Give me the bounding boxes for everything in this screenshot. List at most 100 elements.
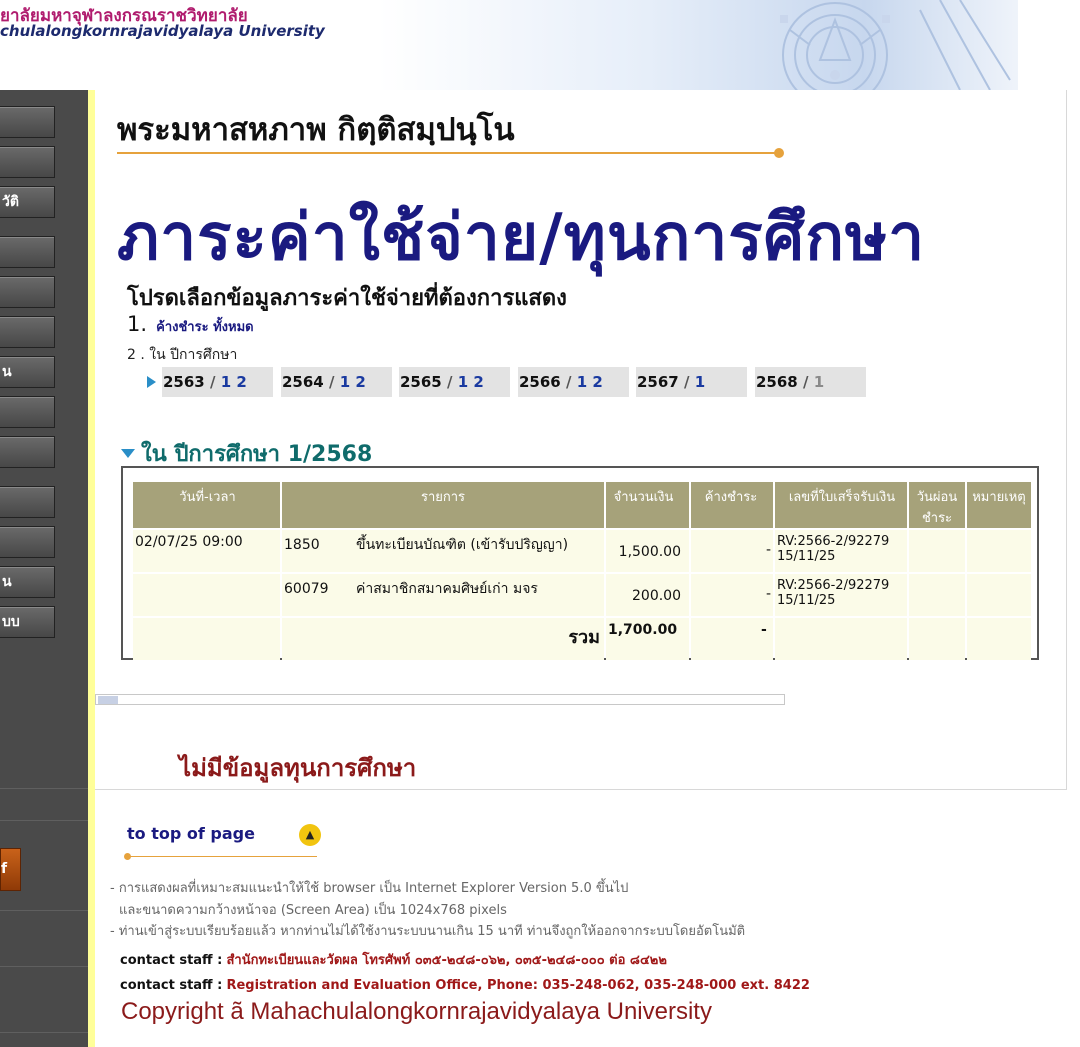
receipt-date: 15/11/25	[777, 549, 836, 564]
year-separator: /	[328, 373, 335, 391]
copyright: Copyright ã Mahachulalongkornrajavidyala…	[121, 998, 712, 1025]
sidebar-divider	[0, 966, 88, 967]
to-top-link[interactable]: to top of page ▲	[127, 824, 321, 846]
student-name: พระมหาสหภาพ กิตฺติสมฺปนฺโน	[117, 112, 515, 148]
page: ยาลัยมหาจุฬาลงกรณราชวิทยาลัย chulalongko…	[0, 0, 1080, 1047]
sidebar-item[interactable]	[0, 276, 55, 308]
semester-links[interactable]: 1	[695, 373, 705, 391]
semester-links[interactable]: 1 2	[340, 373, 366, 391]
semester-title: ใน ปีการศึกษา 1/2568	[141, 442, 373, 467]
year-2566[interactable]: 2566 / 1 2	[518, 367, 629, 397]
receipt-date: 15/11/25	[777, 593, 836, 608]
year-2564[interactable]: 2564 / 1 2	[281, 367, 392, 397]
page-title: ภาระค่าใช้จ่าย/ทุนการศึกษา	[117, 201, 926, 275]
semester-links[interactable]: 1 2	[458, 373, 484, 391]
total-amount: 1,700.00	[606, 618, 689, 660]
col-datetime: วันที่-เวลา	[133, 482, 280, 528]
sidebar-item[interactable]	[0, 106, 55, 138]
sidebar-item[interactable]: วัติ	[0, 186, 55, 218]
total-outstanding: -	[691, 618, 773, 660]
site-header: ยาลัยมหาจุฬาลงกรณราชวิทยาลัย chulalongko…	[0, 0, 1080, 90]
cell-installment	[909, 574, 965, 616]
contact-label: contact staff :	[120, 953, 223, 968]
item-code: 1850	[284, 537, 320, 553]
year-label: 2568	[756, 373, 798, 391]
semester-links[interactable]: 1 2	[577, 373, 603, 391]
sidebar-divider	[0, 1032, 88, 1033]
browser-note: - การแสดงผลที่เหมาะสมแนะนำให้ใช้ browser…	[110, 881, 629, 896]
arrow-up-icon: ▲	[299, 824, 321, 846]
year-label: 2566	[519, 373, 561, 391]
sidebar-item[interactable]	[0, 526, 55, 558]
sidebar-item[interactable]	[0, 146, 55, 178]
to-top-underline	[127, 856, 317, 857]
expense-table: วันที่-เวลา รายการ จำนวนเงิน ค้างชำระ เล…	[131, 480, 1033, 662]
cell-item: 60079 ค่าสมาชิกสมาคมศิษย์เก่า มจร	[282, 574, 604, 616]
contact-english: contact staff : Registration and Evaluat…	[120, 978, 810, 993]
year-separator: /	[209, 373, 216, 391]
embedded-frame-bar	[95, 694, 785, 705]
option-outstanding: 1. ค้างชำระ ทั้งหมด	[127, 312, 254, 337]
sidebar: วัติ น น บบ	[0, 90, 88, 1047]
year-2567[interactable]: 2567 / 1	[636, 367, 747, 397]
select-instruction: โปรดเลือกข้อมูลภาระค่าใช้จ่ายที่ต้องการแ…	[127, 286, 567, 311]
main-content: พระมหาสหภาพ กิตฺติสมฺปนฺโน ภาระค่าใช้จ่า…	[95, 90, 1067, 790]
to-top-label: to top of page	[127, 824, 255, 843]
table-total-row: รวม 1,700.00 -	[133, 618, 1031, 660]
cell-empty	[133, 618, 280, 660]
year-separator: /	[802, 373, 809, 391]
sidebar-item[interactable]	[0, 396, 55, 428]
outstanding-all-link[interactable]: ค้างชำระ ทั้งหมด	[156, 320, 253, 335]
sidebar-item[interactable]: น	[0, 356, 55, 388]
cell-note	[967, 530, 1031, 572]
col-note: หมายเหตุ	[967, 482, 1031, 528]
sidebar-item[interactable]: น	[0, 566, 55, 598]
cell-note	[967, 574, 1031, 616]
col-item: รายการ	[282, 482, 604, 528]
cell-item: 1850 ขึ้นทะเบียนบัณฑิต (เข้ารับปริญญา)	[282, 530, 604, 572]
header-right-blank	[1018, 0, 1080, 90]
session-note: - ท่านเข้าสู่ระบบเรียบร้อยแล้ว หากท่านไม…	[110, 924, 746, 939]
sidebar-divider	[0, 820, 88, 821]
total-label: รวม	[282, 618, 604, 660]
cell-datetime	[133, 574, 280, 616]
table-header-row: วันที่-เวลา รายการ จำนวนเงิน ค้างชำระ เล…	[133, 482, 1031, 528]
sidebar-item[interactable]	[0, 236, 55, 268]
name-underline-dot	[774, 148, 784, 158]
cell-outstanding: -	[691, 574, 773, 616]
sidebar-orange-button[interactable]: f	[0, 848, 21, 891]
play-arrow-icon	[147, 376, 156, 388]
year-label: 2564	[282, 373, 324, 391]
year-2563[interactable]: 2563 / 1 2	[162, 367, 273, 397]
cell-installment	[909, 530, 965, 572]
cell-datetime: 02/07/25 09:00	[133, 530, 280, 572]
sidebar-yellow-strip	[88, 90, 95, 1047]
option-by-year-label: 2 . ใน ปีการศึกษา	[127, 347, 238, 363]
table-row: 02/07/25 09:00 1850 ขึ้นทะเบียนบัณฑิต (เข…	[133, 530, 1031, 572]
sidebar-item[interactable]	[0, 486, 55, 518]
year-2565[interactable]: 2565 / 1 2	[399, 367, 510, 397]
year-separator: /	[683, 373, 690, 391]
cell-amount: 200.00	[606, 574, 689, 616]
year-label: 2563	[163, 373, 205, 391]
to-top-underline-dot	[124, 853, 131, 860]
contact-value: Registration and Evaluation Office, Phon…	[226, 978, 810, 993]
university-seal-logo	[760, 0, 1020, 90]
cell-receipt: RV:2566-2/92279 15/11/25	[775, 574, 907, 616]
sidebar-item[interactable]: บบ	[0, 606, 55, 638]
cell-outstanding: -	[691, 530, 773, 572]
option-number: 1.	[127, 312, 148, 336]
sidebar-item[interactable]	[0, 316, 55, 348]
year-2568[interactable]: 2568 / 1	[755, 367, 866, 397]
sidebar-item[interactable]	[0, 436, 55, 468]
contact-label: contact staff :	[120, 978, 223, 993]
col-outstanding: ค้างชำระ	[691, 482, 773, 528]
semester-links[interactable]: 1 2	[221, 373, 247, 391]
year-separator: /	[565, 373, 572, 391]
broken-image-icon	[98, 696, 118, 704]
col-receipt: เลขที่ใบเสร็จรับเงิน	[775, 482, 907, 528]
table-row: 60079 ค่าสมาชิกสมาคมศิษย์เก่า มจร 200.00 …	[133, 574, 1031, 616]
sidebar-divider	[0, 788, 88, 789]
item-desc: ค่าสมาชิกสมาคมศิษย์เก่า มจร	[356, 581, 538, 597]
cell-amount: 1,500.00	[606, 530, 689, 572]
